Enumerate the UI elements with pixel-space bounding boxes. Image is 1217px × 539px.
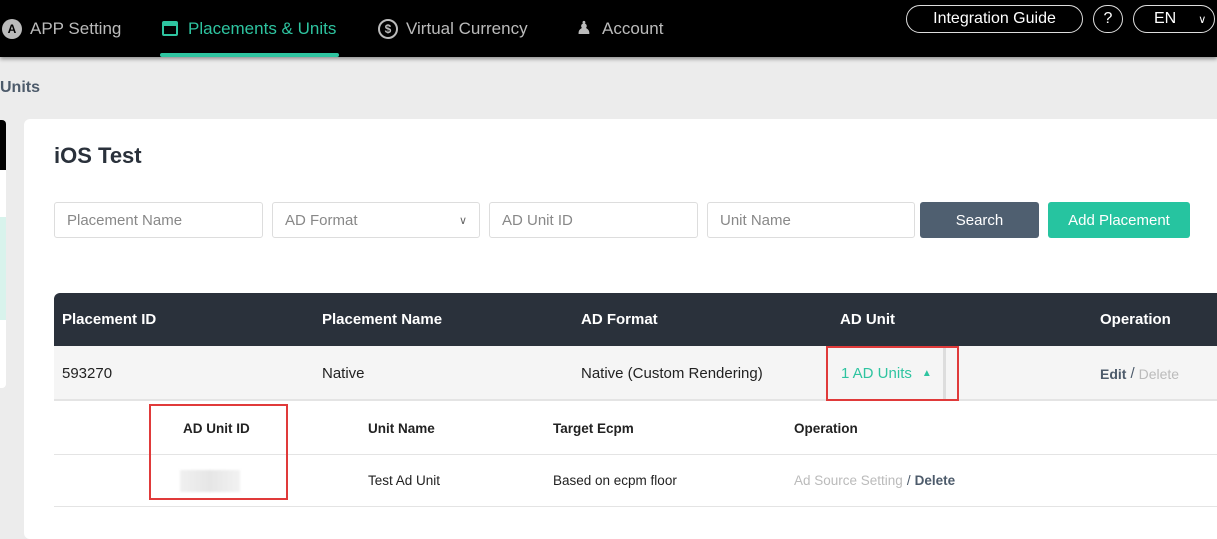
column-header: Operation	[794, 420, 858, 436]
column-header: AD Format	[581, 311, 658, 328]
column-header: AD Unit	[840, 311, 895, 328]
unit-name: Test Ad Unit	[368, 473, 441, 488]
page-title: iOS Test	[54, 143, 142, 168]
coin-icon: $	[378, 18, 398, 39]
table-header: Placement ID Placement Name AD Format AD…	[54, 293, 1217, 346]
placement-name: Native	[322, 365, 365, 382]
active-tab-indicator	[160, 53, 339, 57]
column-header: Placement Name	[322, 311, 443, 328]
top-nav: A APP Setting Placements & Units $ Virtual…	[0, 0, 1217, 57]
placement-id: 593270	[62, 365, 113, 382]
nav-label: APP Setting	[30, 18, 122, 38]
nav-app-setting[interactable]: A APP Setting	[2, 0, 121, 57]
sidebar	[0, 120, 6, 388]
highlight-box	[826, 346, 959, 401]
unit-name-input[interactable]	[707, 202, 915, 238]
chevron-down-icon: ∨	[1198, 13, 1207, 26]
help-button[interactable]: ?	[1093, 5, 1123, 33]
column-header: Unit Name	[368, 420, 435, 436]
delete-link[interactable]: Delete	[1139, 366, 1179, 382]
ad-format: Native (Custom Rendering)	[581, 365, 763, 382]
ad-format-value: AD Format	[285, 211, 358, 229]
target-ecpm: Based on ecpm floor	[553, 473, 677, 488]
separator: /	[906, 473, 911, 488]
separator: /	[1130, 365, 1135, 382]
nav-label: Placements & Units	[188, 18, 337, 38]
nav-label: Virtual Currency	[406, 18, 528, 38]
nav-placements-units[interactable]: Placements & Units	[160, 0, 336, 57]
ad-format-select[interactable]: AD Format ∨	[272, 202, 480, 238]
language-select[interactable]: EN ∨	[1133, 5, 1215, 33]
breadcrumb: Units	[0, 79, 40, 96]
column-header: Target Ecpm	[553, 420, 634, 436]
user-icon: ♟	[575, 18, 593, 38]
ad-unit-id-input[interactable]	[489, 202, 698, 238]
ad-source-setting-link[interactable]: Ad Source Setting	[794, 473, 903, 488]
placement-name-input[interactable]	[54, 202, 263, 238]
table-row: 593270 Native Native (Custom Rendering) …	[54, 346, 1217, 401]
nav-label: Account	[602, 18, 664, 38]
language-value: EN	[1154, 10, 1177, 27]
window-icon	[160, 19, 180, 39]
search-button[interactable]: Search	[920, 202, 1039, 238]
edit-link[interactable]: Edit	[1100, 366, 1126, 382]
integration-guide-button[interactable]: Integration Guide	[906, 5, 1083, 33]
nav-account[interactable]: ♟ Account	[574, 0, 664, 57]
highlight-box	[149, 404, 288, 500]
chevron-down-icon: ∨	[458, 214, 467, 227]
delete-link[interactable]: Delete	[915, 473, 956, 488]
column-header: Placement ID	[62, 311, 157, 328]
app-store-icon: A	[2, 18, 22, 39]
nav-virtual-currency[interactable]: $ Virtual Currency	[378, 0, 528, 57]
column-header: Operation	[1100, 311, 1171, 328]
add-placement-button[interactable]: Add Placement	[1048, 202, 1190, 238]
sidebar-active-item[interactable]	[0, 217, 6, 320]
